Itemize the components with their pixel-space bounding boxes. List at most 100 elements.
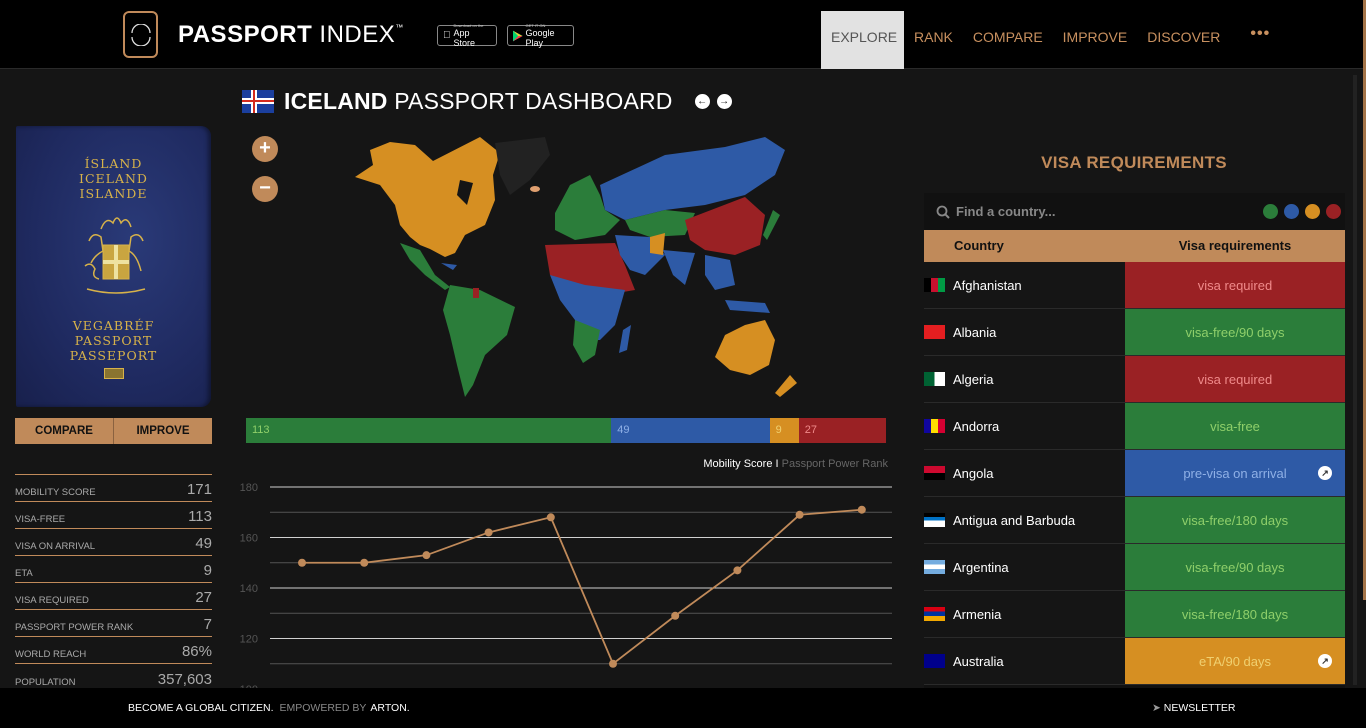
au-flag-icon: [924, 654, 945, 668]
top-navigation-bar: PASSPORT INDEX™  Download on theApp Sto…: [0, 0, 1366, 69]
country-cell: Andorra: [924, 403, 1125, 449]
map-region-australia: [715, 320, 775, 375]
map-region-cuba: [441, 263, 457, 270]
improve-button[interactable]: IMPROVE: [113, 418, 212, 444]
data-point[interactable]: [546, 513, 555, 522]
map-zoom-out-button[interactable]: −: [252, 176, 278, 202]
nav-rank[interactable]: RANK: [904, 11, 963, 69]
previous-country-button[interactable]: ←: [694, 94, 710, 109]
ao-flag-icon: [924, 466, 945, 480]
visa-requirement-cell: visa-free/90 days: [1125, 544, 1345, 590]
google-play-big: Google Play: [525, 27, 555, 48]
passport-cover-image: ÍSLAND ICELAND ISLANDE VEGABRÉF PASSPORT…: [16, 126, 211, 407]
visa-table-row[interactable]: Algeria visa required: [924, 356, 1345, 403]
cover-line: VEGABRÉF: [72, 318, 155, 333]
country-cell: Algeria: [924, 356, 1125, 402]
logo-wordmark[interactable]: PASSPORT INDEX™: [178, 21, 404, 49]
map-zoom-in-button[interactable]: +: [252, 136, 278, 162]
passport-index-logo-icon[interactable]: [123, 11, 158, 58]
toggle-mobility-score[interactable]: Mobility Score: [703, 458, 772, 470]
nav-explore[interactable]: EXPLORE: [821, 11, 904, 69]
map-region-russia: [600, 137, 785, 220]
visa-requirement-text: visa-free/90 days: [1185, 559, 1285, 575]
apple-icon: : [443, 30, 451, 41]
filter-visa-required-toggle[interactable]: [1326, 204, 1341, 219]
table-header: Country Visa requirements: [924, 230, 1345, 262]
data-point[interactable]: [795, 510, 804, 519]
external-link-icon[interactable]: ↗: [1318, 654, 1332, 668]
visa-requirements-panel: Country Visa requirements Afghanistan vis…: [924, 193, 1345, 688]
newsletter-link[interactable]: ➤ NEWSLETTER: [1152, 702, 1236, 714]
search-row: [924, 193, 1345, 230]
data-point[interactable]: [609, 659, 617, 668]
stat-visa-required: VISA REQUIRED 27: [15, 583, 212, 610]
data-point[interactable]: [360, 558, 369, 567]
visa-table-row[interactable]: Armenia visa-free/180 days: [924, 591, 1345, 638]
mobility-score-line-chart: 180160140120100: [230, 475, 900, 696]
data-point[interactable]: [422, 551, 431, 560]
visa-requirement-cell: visa-free/180 days: [1125, 591, 1345, 637]
data-point[interactable]: [733, 566, 742, 575]
y-tick-label: 140: [240, 583, 258, 595]
mobility-segment-visa-free: 113: [246, 418, 612, 443]
filter-visa-free-toggle[interactable]: [1263, 204, 1278, 219]
newsletter-label: NEWSLETTER: [1163, 702, 1236, 714]
nav-discover[interactable]: DISCOVER: [1137, 11, 1230, 69]
filter-eta-toggle[interactable]: [1305, 204, 1320, 219]
visa-table-row[interactable]: Albania visa-free/90 days: [924, 309, 1345, 356]
map-region-india: [663, 250, 695, 285]
map-region-madagascar: [619, 325, 631, 353]
column-visa-requirements[interactable]: Visa requirements: [1125, 230, 1345, 262]
nav-compare[interactable]: COMPARE: [963, 11, 1053, 69]
visa-type-filters: [1263, 204, 1341, 219]
y-tick-label: 180: [240, 482, 258, 494]
country-name: Armenia: [953, 606, 1002, 622]
logo-bold: PASSPORT: [178, 21, 313, 48]
mobility-breakdown-bar: 113 49 9 27: [246, 418, 886, 443]
passport-actions: COMPARE IMPROVE: [15, 418, 212, 444]
data-point[interactable]: [484, 528, 493, 537]
world-map[interactable]: + −: [245, 125, 895, 405]
stat-label: VISA ON ARRIVAL: [15, 541, 96, 552]
map-region-iceland: [530, 186, 540, 192]
visa-requirement-text: visa-free/90 days: [1185, 324, 1285, 340]
visa-requirement-text: visa-free/180 days: [1181, 512, 1289, 528]
data-point[interactable]: [857, 505, 866, 514]
compare-button[interactable]: COMPARE: [15, 418, 113, 444]
filter-visa-on-arrival-toggle[interactable]: [1284, 204, 1299, 219]
paper-plane-icon: ➤: [1152, 702, 1161, 714]
external-link-icon[interactable]: ↗: [1318, 466, 1332, 480]
next-country-button[interactable]: →: [716, 94, 732, 109]
visa-table-row[interactable]: Argentina visa-free/90 days: [924, 544, 1345, 591]
arton-link[interactable]: ARTON.: [370, 702, 409, 714]
toggle-separator: I: [772, 458, 782, 470]
visa-table-row[interactable]: Afghanistan visa required: [924, 262, 1345, 309]
world-map-svg[interactable]: [245, 125, 895, 405]
stat-label: PASSPORT POWER RANK: [15, 622, 134, 633]
map-region-north-america: [355, 137, 500, 257]
stat-label: ETA: [15, 568, 33, 579]
country-search-input[interactable]: [956, 204, 1236, 219]
visa-table-row[interactable]: Andorra visa-free: [924, 403, 1345, 450]
visa-requirement-text: visa-free: [1210, 418, 1260, 434]
stat-population: POPULATION 357,603: [15, 664, 212, 691]
country-cell: Antigua and Barbuda: [924, 497, 1125, 543]
nav-improve[interactable]: IMPROVE: [1053, 11, 1138, 69]
stat-world-reach: WORLD REACH 86%: [15, 637, 212, 664]
stat-label: POPULATION: [15, 677, 76, 688]
visa-table-row[interactable]: Angola pre-visa on arrival ↗: [924, 450, 1345, 497]
country-cell: Argentina: [924, 544, 1125, 590]
app-store-badge[interactable]:  Download on theApp Store: [437, 23, 497, 48]
more-menu-icon[interactable]: •••: [1230, 11, 1270, 69]
dashboard-title: ICELAND PASSPORT DASHBOARD ← →: [242, 88, 732, 115]
google-play-badge[interactable]: GET IT ON Google Play: [507, 23, 574, 48]
visa-table-scrollbar[interactable]: [1353, 75, 1357, 685]
visa-table-row[interactable]: Antigua and Barbuda visa-free/180 days: [924, 497, 1345, 544]
column-country[interactable]: Country: [924, 230, 1125, 262]
data-point[interactable]: [298, 558, 306, 567]
visa-table-row[interactable]: Australia eTA/90 days ↗: [924, 638, 1345, 685]
toggle-power-rank[interactable]: Passport Power Rank: [782, 458, 888, 470]
data-point[interactable]: [671, 611, 680, 620]
stat-value: 49: [195, 535, 212, 552]
y-tick-label: 160: [240, 533, 258, 545]
